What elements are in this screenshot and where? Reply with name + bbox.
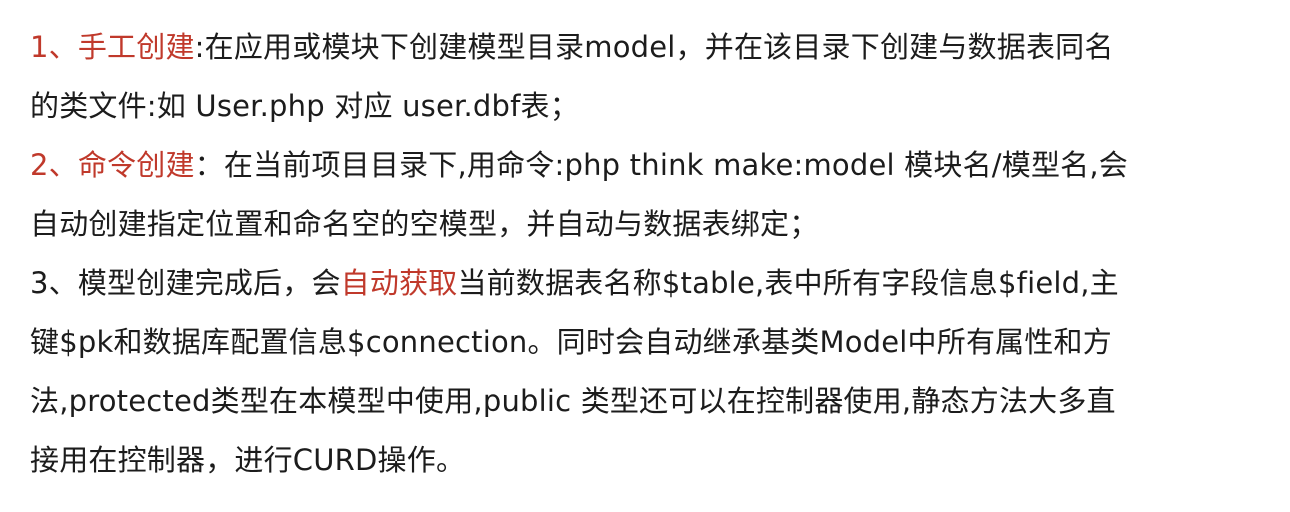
- item-3-line-4: 接用在控制器，进行CURD操作。: [30, 431, 1270, 490]
- item-3-line-3: 法,protected类型在本模型中使用,public 类型还可以在控制器使用,…: [30, 372, 1270, 431]
- item-1-line-1: 1、手工创建:在应用或模块下创建模型目录model，并在该目录下创建与数据表同名: [30, 18, 1270, 77]
- item-2-title: 命令创建: [77, 148, 195, 182]
- item-3-text-line-2: 键$pk和数据库配置信息$connection。同时会自动继承基类Model中所…: [30, 325, 1112, 359]
- item-3-text-before: 模型创建完成后，会: [77, 266, 341, 300]
- item-3-number: 3、: [30, 266, 78, 300]
- document-page: 1、手工创建:在应用或模块下创建模型目录model，并在该目录下创建与数据表同名…: [0, 0, 1290, 512]
- item-1-text-continued: 的类文件:如 User.php 对应 user.dbf表；: [30, 89, 579, 123]
- item-1-text: :在应用或模块下创建模型目录model，并在该目录下创建与数据表同名: [194, 30, 1114, 64]
- item-2-number: 2、: [30, 148, 78, 182]
- item-3-text-after: 当前数据表名称$table,表中所有字段信息$field,主: [457, 266, 1119, 300]
- item-1-line-2: 的类文件:如 User.php 对应 user.dbf表；: [30, 77, 1270, 136]
- item-3-line-2: 键$pk和数据库配置信息$connection。同时会自动继承基类Model中所…: [30, 313, 1270, 372]
- item-2-line-1: 2、命令创建：在当前项目目录下,用命令:php think make:model…: [30, 136, 1270, 195]
- item-1-number: 1、: [30, 30, 78, 64]
- item-2-text-continued: 自动创建指定位置和命名空的空模型，并自动与数据表绑定；: [30, 207, 819, 241]
- item-3-text-line-3: 法,protected类型在本模型中使用,public 类型还可以在控制器使用,…: [30, 384, 1116, 418]
- item-2-line-2: 自动创建指定位置和命名空的空模型，并自动与数据表绑定；: [30, 195, 1270, 254]
- item-1-title: 手工创建: [77, 30, 195, 64]
- item-3-highlight: 自动获取: [340, 266, 458, 300]
- item-3-line-1: 3、模型创建完成后，会自动获取当前数据表名称$table,表中所有字段信息$fi…: [30, 254, 1270, 313]
- item-2-text: ：在当前项目目录下,用命令:php think make:model 模块名/模…: [194, 148, 1128, 182]
- item-3-text-line-4: 接用在控制器，进行CURD操作。: [30, 443, 466, 477]
